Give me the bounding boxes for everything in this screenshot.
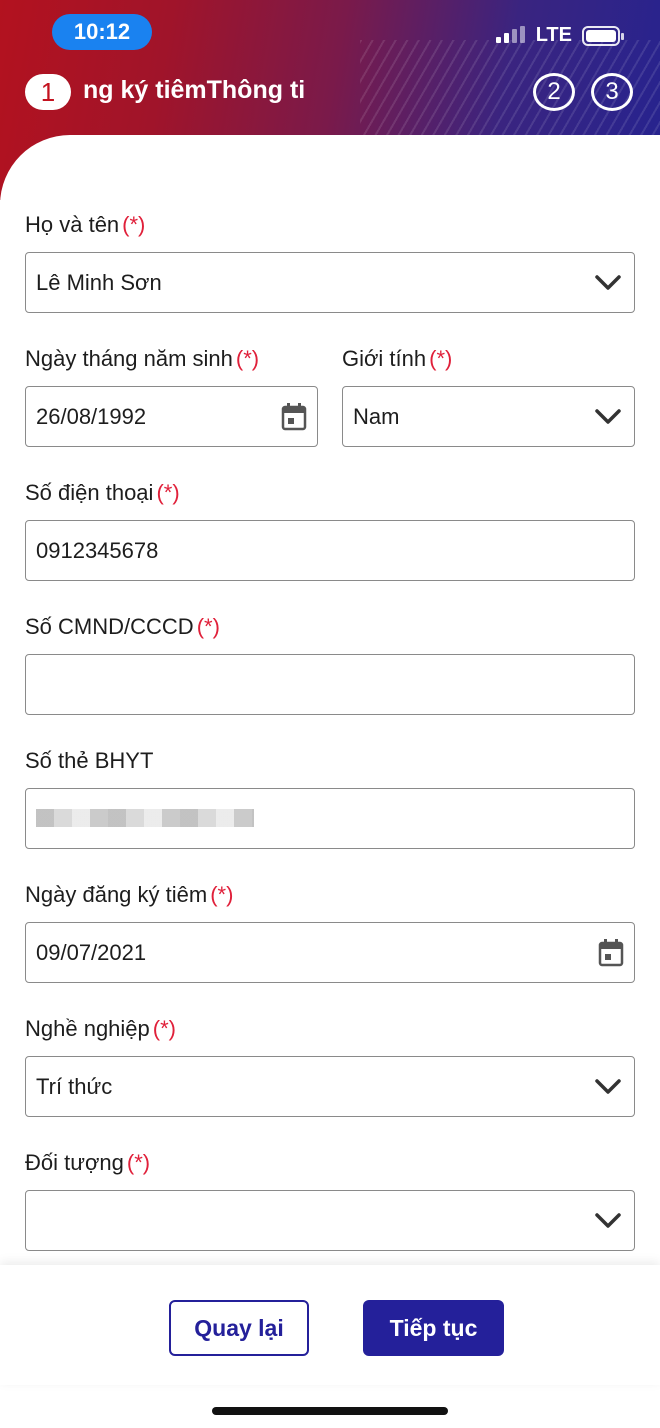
calendar-icon[interactable] <box>281 403 307 431</box>
step-3-indicator[interactable]: 3 <box>591 73 633 111</box>
network-type: LTE <box>535 24 572 46</box>
chevron-down-icon <box>595 1079 621 1094</box>
occupation-label: Nghề nghiệp (*) <box>25 1016 176 1041</box>
reg-date-input[interactable]: 09/07/2021 <box>25 922 635 983</box>
insurance-input[interactable] <box>25 788 635 849</box>
occupation-select[interactable]: Trí thức <box>25 1056 635 1117</box>
gender-select[interactable]: Nam <box>342 386 635 447</box>
occupation-value: Trí thức <box>36 1073 113 1099</box>
full-name-value: Lê Minh Sơn <box>36 269 162 295</box>
phone-label: Số điện thoại (*) <box>25 480 180 505</box>
battery-icon <box>582 25 624 46</box>
chevron-down-icon <box>595 1213 621 1228</box>
phone-value: 0912345678 <box>36 537 159 563</box>
continue-button[interactable]: Tiếp tục <box>363 1300 504 1356</box>
reg-date-value: 09/07/2021 <box>36 939 147 965</box>
home-indicator[interactable] <box>212 1407 448 1415</box>
gender-value: Nam <box>353 403 400 429</box>
redacted-value <box>36 809 254 827</box>
step-title: ng ký tiêmThông ti <box>83 76 306 104</box>
gender-label: Giới tính (*) <box>342 346 453 371</box>
action-bar <box>0 1265 660 1385</box>
group-label: Đối tượng (*) <box>25 1150 151 1175</box>
status-time: 10:12 <box>52 14 152 50</box>
full-name-label: Họ và tên (*) <box>25 212 146 237</box>
phone-input[interactable]: 0912345678 <box>25 520 635 581</box>
id-card-label: Số CMND/CCCD (*) <box>25 614 220 639</box>
status-indicators: LTE <box>495 24 624 47</box>
insurance-label: Số thẻ BHYT <box>25 748 154 773</box>
full-name-select[interactable]: Lê Minh Sơn <box>25 252 635 313</box>
step-1-indicator[interactable]: 1 <box>25 74 71 110</box>
signal-icon <box>495 25 525 43</box>
chevron-down-icon <box>595 275 621 290</box>
id-card-input[interactable] <box>25 654 635 715</box>
reg-date-label: Ngày đăng ký tiêm (*) <box>25 882 234 907</box>
dob-label: Ngày tháng năm sinh (*) <box>25 346 260 371</box>
chevron-down-icon <box>595 409 621 424</box>
calendar-icon[interactable] <box>598 939 624 967</box>
back-button[interactable]: Quay lại <box>169 1300 309 1356</box>
dob-input[interactable]: 26/08/1992 <box>25 386 318 447</box>
dob-value: 26/08/1992 <box>36 403 147 429</box>
group-select[interactable] <box>25 1190 635 1251</box>
step-2-indicator[interactable]: 2 <box>533 73 575 111</box>
